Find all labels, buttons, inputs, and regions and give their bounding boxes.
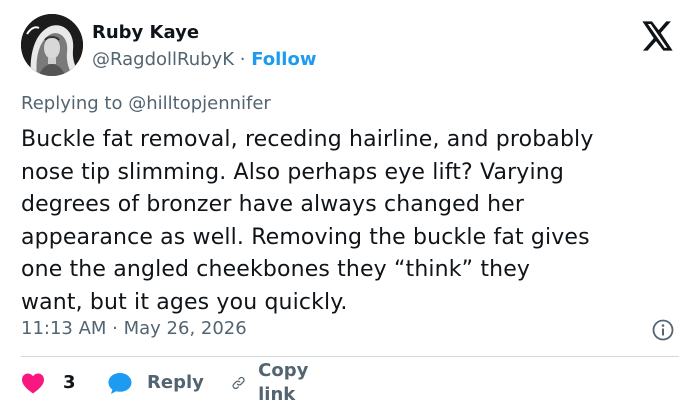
separator-dot: ·: [239, 49, 246, 70]
speech-bubble-icon: [108, 373, 132, 394]
copy-link-label: Copy link: [258, 360, 309, 405]
tweet-text-line: want, but it ages you quickly.: [21, 289, 348, 315]
tweet-text-line: one the angled cheekbones they “think” t…: [21, 257, 531, 283]
link-icon: [232, 376, 245, 390]
x-logo-icon[interactable]: [642, 21, 674, 51]
tweet-text-line: degrees of bronzer have always changed h…: [21, 192, 525, 218]
reply-target-handle[interactable]: @hilltopjennifer: [128, 93, 271, 114]
divider: [21, 356, 679, 357]
heart-icon: [22, 373, 44, 394]
author-handle-row: @RagdollRubyK · Follow: [92, 48, 316, 72]
tweet-timestamp[interactable]: 11:13 AM · May 26, 2026: [21, 317, 247, 341]
reply-context: Replying to @hilltopjennifer: [21, 92, 271, 116]
follow-button[interactable]: Follow: [251, 49, 316, 70]
tweet-card: Ruby Kaye @RagdollRubyK · Follow Replyin…: [0, 0, 700, 410]
tweet-text: Buckle fat removal, receding hairline, a…: [21, 124, 691, 320]
tweet-text-line: nose tip slimming. Also perhaps eye lift…: [21, 159, 564, 185]
tweet-text-line: Buckle fat removal, receding hairline, a…: [21, 127, 594, 152]
like-count: 3: [63, 372, 76, 393]
author-display-name[interactable]: Ruby Kaye: [92, 21, 199, 45]
author-handle[interactable]: @RagdollRubyK: [92, 49, 234, 70]
avatar[interactable]: [21, 14, 83, 76]
info-icon[interactable]: [651, 318, 675, 342]
tweet-text-line: appearance as well. Removing the buckle …: [21, 224, 590, 250]
reply-label: Reply: [147, 372, 204, 393]
like-button[interactable]: 3: [21, 369, 76, 397]
reply-prefix: Replying to: [21, 93, 123, 114]
copy-link-button[interactable]: Copy link: [231, 360, 317, 405]
reply-button[interactable]: Reply: [107, 369, 204, 397]
